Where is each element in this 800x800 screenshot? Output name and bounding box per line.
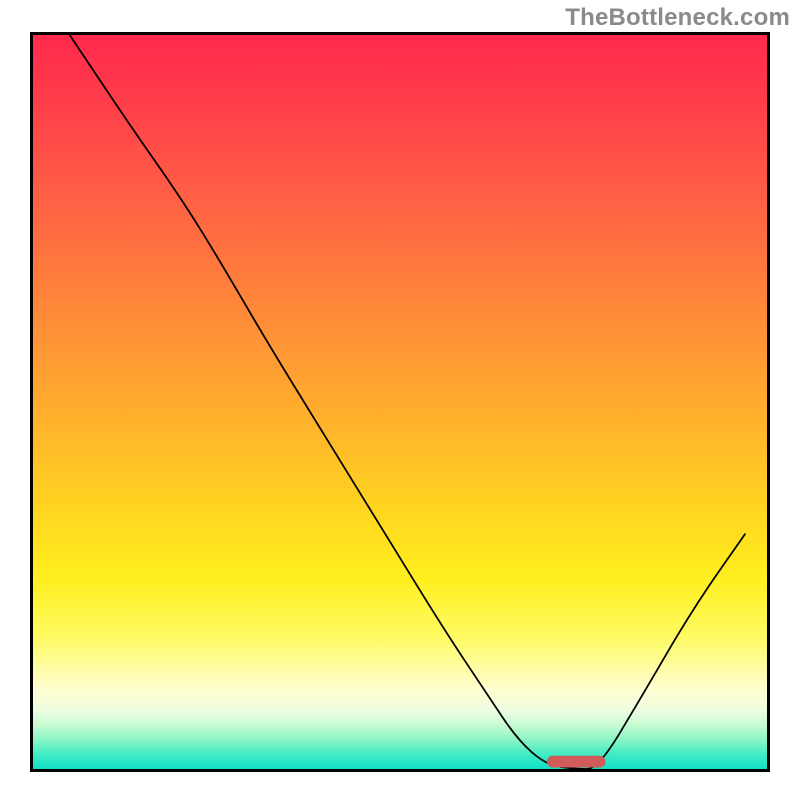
- chart-area: [33, 35, 767, 769]
- optimum-marker: [547, 756, 606, 768]
- chart-frame: [30, 32, 770, 772]
- bottleneck-curve: [33, 35, 767, 769]
- bottleneck-line: [70, 35, 745, 769]
- watermark-text: TheBottleneck.com: [565, 4, 790, 32]
